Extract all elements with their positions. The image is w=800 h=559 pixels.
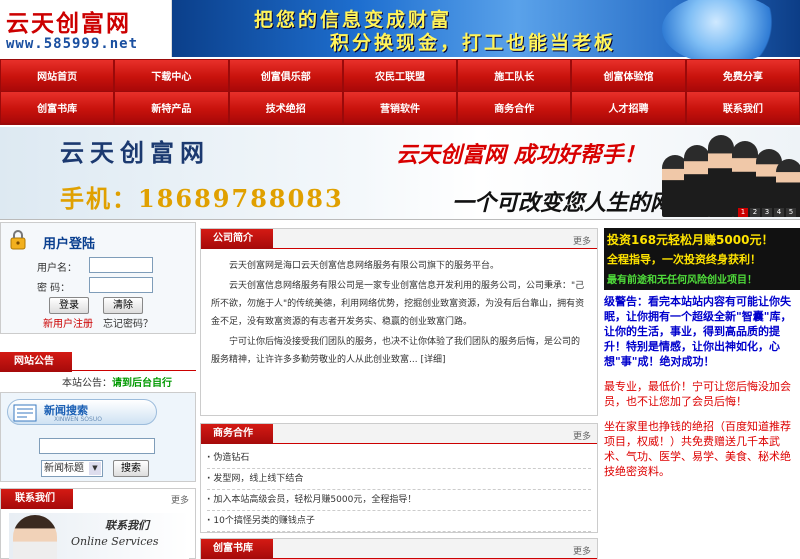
news-category-value: 新闻标题 — [44, 463, 84, 474]
forgot-password-link[interactable]: 忘记密码？ — [103, 315, 153, 330]
company-intro-panel: 公司简介 更多 云天创富网是海口云天创富信息网络服务有限公司旗下的服务平台。 云… — [200, 228, 598, 416]
site-logo[interactable]: 云天创富网 www.585999.net — [0, 0, 172, 57]
slide-indicator: 1 2 3 4 5 — [738, 208, 796, 217]
library-header: 创富书库 更多 — [201, 539, 597, 559]
nav-item-workers-union[interactable]: 农民工联盟 — [343, 60, 457, 91]
nav-item-free-share[interactable]: 免费分享 — [686, 60, 799, 91]
slide-dot-2[interactable]: 2 — [750, 208, 760, 217]
contact-panel: 联系我们 更多 联系我们 Online Services — [0, 488, 196, 559]
library-more-link[interactable]: 更多 — [573, 544, 591, 557]
business-header: 商务合作 更多 — [201, 424, 597, 444]
promo-free-gifts: 坐在家里也挣钱的绝招（百度知道推荐项目，权威！）共免费赠送几千本武术、气功、医学… — [604, 420, 791, 478]
password-input[interactable] — [89, 277, 153, 293]
contact-title: 联系我们 — [1, 489, 73, 509]
people-image — [660, 131, 800, 217]
nav-item-tricks[interactable]: 技术绝招 — [229, 92, 342, 123]
contact-more-link[interactable]: 更多 — [171, 493, 189, 506]
service-agent-image — [13, 515, 57, 559]
company-header: 公司简介 更多 — [201, 229, 597, 249]
library-title: 创富书库 — [201, 539, 273, 559]
lock-icon — [10, 230, 26, 250]
notice-text: 本站公告：请到后台自行 — [62, 374, 172, 389]
news-search-input[interactable] — [39, 438, 155, 454]
online-services-subtitle: Online Services — [71, 535, 159, 548]
register-link[interactable]: 新用户注册 — [43, 315, 93, 330]
notice-label: 本站公告： — [62, 378, 112, 389]
password-label: 密 码： — [37, 283, 71, 294]
news-search-panel: 新闻搜索 XINWEN SOSUO 新闻标题 ▼ 搜索 — [0, 392, 196, 482]
news-search-header: 新闻搜索 XINWEN SOSUO — [7, 399, 157, 425]
company-body: 云天创富网是海口云天创富信息网络服务有限公司旗下的服务平台。 云天创富信息网络服… — [201, 249, 597, 369]
globe-image — [662, 0, 782, 64]
clear-button[interactable]: 清除 — [103, 297, 143, 314]
logo-url: www.585999.net — [6, 36, 139, 52]
notice-panel: 网站公告 本站公告：请到后台自行 — [0, 352, 196, 389]
nav-item-foreman[interactable]: 施工队长 — [458, 60, 571, 91]
library-panel: 创富书库 更多 — [200, 538, 598, 559]
slide-dot-3[interactable]: 3 — [762, 208, 772, 217]
online-services-title: 联系我们 — [105, 519, 149, 532]
nav-item-downloads[interactable]: 下载中心 — [115, 60, 228, 91]
nav-row-1: 网站首页 下载中心 创富俱乐部 农民工联盟 施工队长 创富体验馆 免费分享 — [0, 60, 800, 91]
header-banner: 把您的信息变成财富 积分换现金，打工也能当老板 — [172, 0, 800, 64]
list-item[interactable]: 10个搞怪另类的赚钱点子 — [207, 511, 591, 532]
business-more-link[interactable]: 更多 — [573, 429, 591, 442]
logo-title: 云天创富网 — [6, 11, 131, 37]
username-label: 用户名： — [37, 263, 77, 274]
ad-line2: 全程指导，一次投资终身获利！ — [607, 253, 761, 266]
hero-slider[interactable]: 云天创富网 手机：18689788083 云天创富网 成功好帮手！ 一个可改变您… — [0, 127, 800, 220]
slide-dot-4[interactable]: 4 — [774, 208, 784, 217]
main-nav: 网站首页 下载中心 创富俱乐部 农民工联盟 施工队长 创富体验馆 免费分享 创富… — [0, 59, 800, 125]
username-input[interactable] — [89, 257, 153, 273]
nav-item-home[interactable]: 网站首页 — [1, 60, 114, 91]
nav-item-business[interactable]: 商务合作 — [458, 92, 571, 123]
business-title: 商务合作 — [201, 424, 273, 444]
newspaper-icon — [13, 404, 37, 422]
company-more-link[interactable]: 更多 — [573, 234, 591, 247]
hero-phone: 手机：18689788083 — [60, 184, 344, 213]
slide-dot-1[interactable]: 1 — [738, 208, 748, 217]
nav-item-experience[interactable]: 创富体验馆 — [572, 60, 685, 91]
slide-dot-5[interactable]: 5 — [786, 208, 796, 217]
notice-title: 网站公告 — [0, 352, 72, 372]
nav-item-contact[interactable]: 联系我们 — [686, 92, 799, 123]
company-paragraph-1: 云天创富网是海口云天创富信息网络服务有限公司旗下的服务平台。 — [229, 261, 500, 271]
login-title: 用户登陆 — [43, 237, 96, 252]
nav-item-products[interactable]: 新特产品 — [115, 92, 228, 123]
nav-row-2: 创富书库 新特产品 技术绝招 营销软件 商务合作 人才招聘 联系我们 — [0, 92, 800, 123]
right-promo-text: 级警告：看完本站站内容有可能让你失眠，让你拥有一个超级全新"智囊"库，让你的生活… — [604, 294, 800, 489]
login-panel: 用户登陆 用户名： 密 码： 登录 清除 新用户注册 忘记密码？ — [0, 222, 196, 334]
news-search-subtitle: XINWEN SOSUO — [54, 416, 102, 423]
ad-line3: 最有前途和无任何风险创业项目！ — [607, 275, 757, 286]
business-list: 伪造钻石 发型网，线上线下结合 加入本站高级会员，轻松月赚5000元，全程指导！… — [201, 444, 597, 536]
company-paragraph-3: 宁可让你后悔没接受我们团队的服务，也决不让你体验了我们团队的服务后悔，是公司的服… — [211, 337, 581, 365]
nav-item-jobs[interactable]: 人才招聘 — [572, 92, 685, 123]
promo-membership: 最专业，最低价！宁可让您后悔没加会员，也不让您加了会员后悔！ — [604, 380, 791, 408]
hero-slogan1: 云天创富网 成功好帮手！ — [396, 142, 646, 168]
list-item[interactable]: 伪造钻石 — [207, 448, 591, 469]
company-title: 公司简介 — [201, 229, 273, 249]
chevron-down-icon[interactable]: ▼ — [89, 462, 101, 475]
login-button[interactable]: 登录 — [49, 297, 89, 314]
company-paragraph-2: 云天创富信息网络服务有限公司是一家专业创富信息开发利用的服务公司，公司秉承："己… — [211, 281, 585, 327]
hero-title: 云天创富网 — [60, 138, 210, 167]
list-item[interactable]: 加入本站高级会员，轻松月赚5000元，全程指导！ — [207, 490, 591, 511]
nav-item-library[interactable]: 创富书库 — [1, 92, 114, 123]
business-panel: 商务合作 更多 伪造钻石 发型网，线上线下结合 加入本站高级会员，轻松月赚500… — [200, 423, 598, 533]
nav-item-club[interactable]: 创富俱乐部 — [229, 60, 342, 91]
promo-ad-banner[interactable]: 投资168元轻松月赚5000元！ 全程指导，一次投资终身获利！ 最有前途和无任何… — [604, 228, 800, 290]
nav-item-software[interactable]: 营销软件 — [343, 92, 457, 123]
news-category-select[interactable]: 新闻标题 ▼ — [41, 460, 103, 477]
promo-warning: 级警告：看完本站站内容有可能让你失眠，让你拥有一个超级全新"智囊"库，让你的生活… — [604, 295, 792, 368]
list-item[interactable]: 发型网，线上线下结合 — [207, 469, 591, 490]
banner-line2: 积分换现金，打工也能当老板 — [330, 32, 617, 54]
notice-content: 请到后台自行 — [112, 378, 172, 389]
ad-line1: 投资168元轻松月赚5000元！ — [607, 233, 774, 247]
news-search-button[interactable]: 搜索 — [113, 460, 149, 477]
online-services-image[interactable]: 联系我们 Online Services — [9, 513, 189, 559]
